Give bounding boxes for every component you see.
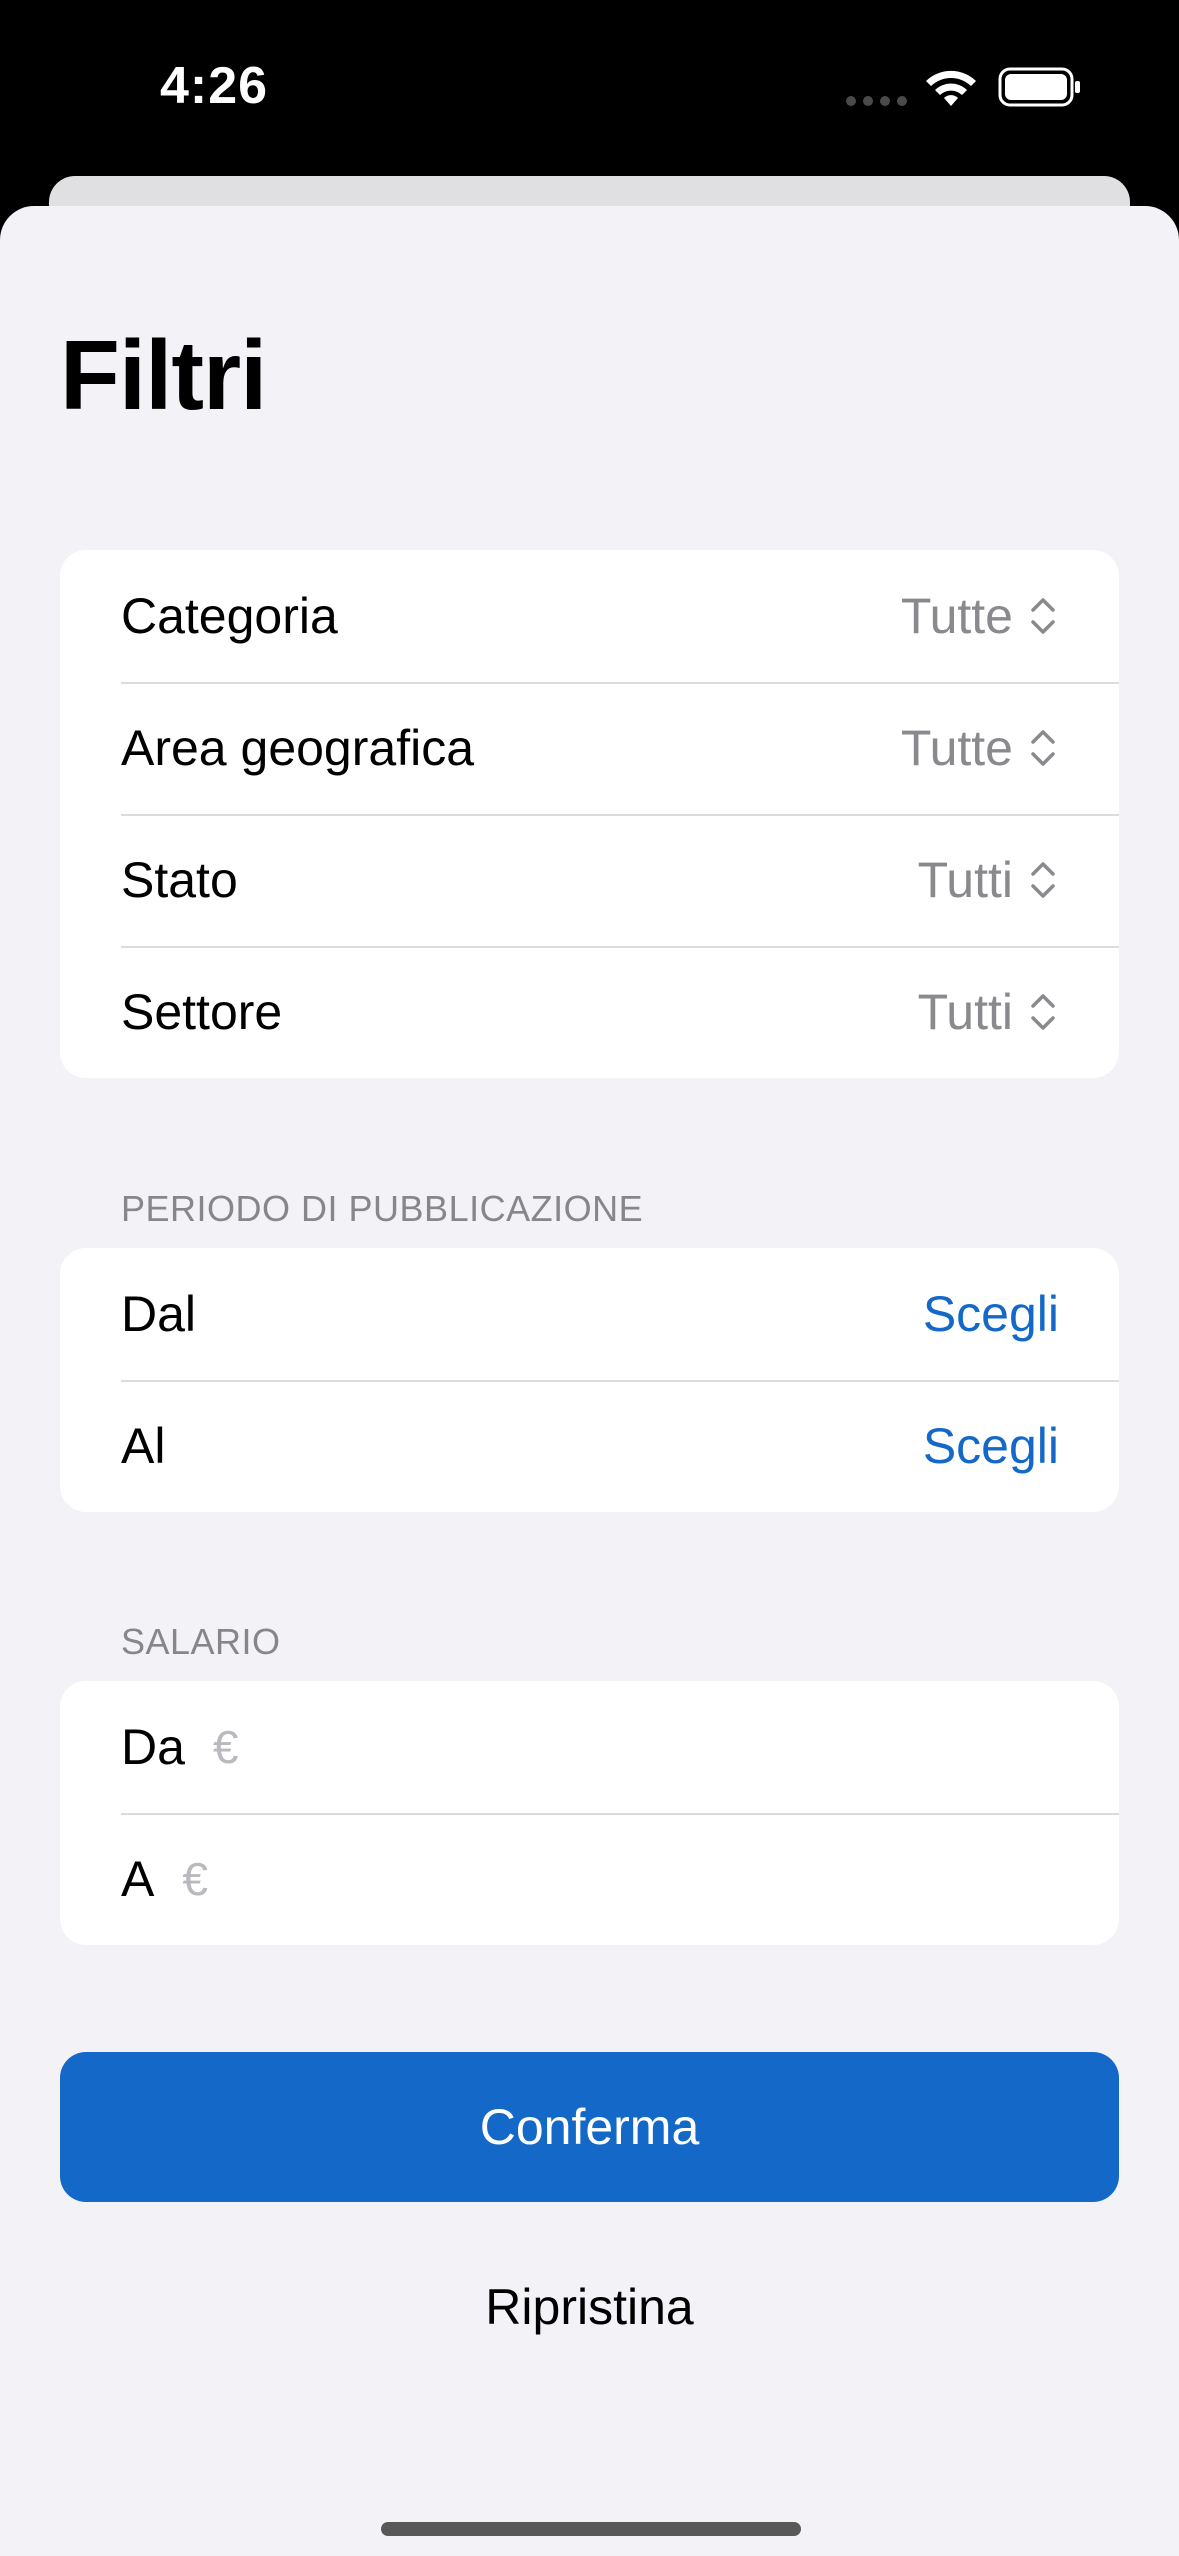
confirm-button-label: Conferma bbox=[479, 2099, 700, 2155]
publication-period-group: Dal Scegli Al Scegli bbox=[60, 1248, 1119, 1512]
salary-to-input[interactable]: € bbox=[182, 1852, 208, 1906]
date-label: Dal bbox=[121, 1286, 197, 1342]
salary-from-input[interactable]: € bbox=[213, 1720, 239, 1774]
reset-button[interactable]: Ripristina bbox=[0, 2278, 1179, 2336]
filter-row-stato[interactable]: Stato Tutti bbox=[60, 814, 1119, 946]
date-row-dal: Dal Scegli bbox=[60, 1248, 1119, 1380]
confirm-button[interactable]: Conferma bbox=[60, 2052, 1119, 2202]
salary-label: A bbox=[121, 1851, 155, 1907]
choose-date-button[interactable]: Scegli bbox=[923, 1285, 1059, 1343]
filters-group: Categoria Tutte Area geografica Tutte St… bbox=[60, 550, 1119, 1078]
date-row-al: Al Scegli bbox=[60, 1380, 1119, 1512]
filter-value: Tutti bbox=[917, 852, 1013, 908]
filters-sheet: Filtri Categoria Tutte Area geografica T… bbox=[0, 206, 1179, 2556]
filter-value: Tutte bbox=[900, 720, 1013, 776]
cellular-signal-icon bbox=[846, 96, 907, 106]
filter-picker[interactable]: Tutte bbox=[901, 719, 1059, 777]
date-label: Al bbox=[121, 1418, 166, 1474]
home-indicator bbox=[381, 2522, 801, 2536]
filter-value: Tutti bbox=[917, 984, 1013, 1040]
filter-label: Categoria bbox=[121, 588, 338, 644]
filter-label: Stato bbox=[121, 852, 238, 908]
chevron-up-down-icon bbox=[1031, 730, 1055, 766]
battery-icon bbox=[998, 67, 1080, 107]
section-header-salario: SALARIO bbox=[121, 1621, 281, 1662]
filter-picker[interactable]: Tutti bbox=[918, 983, 1059, 1041]
chevron-up-down-icon bbox=[1031, 862, 1055, 898]
salary-row-a[interactable]: A € bbox=[60, 1813, 1119, 1945]
status-time: 4:26 bbox=[160, 57, 269, 115]
chevron-up-down-icon bbox=[1031, 994, 1055, 1030]
filter-row-categoria[interactable]: Categoria Tutte bbox=[60, 550, 1119, 682]
choose-date-button[interactable]: Scegli bbox=[923, 1417, 1059, 1475]
salary-row-da[interactable]: Da € bbox=[60, 1681, 1119, 1813]
filter-picker[interactable]: Tutti bbox=[918, 851, 1059, 909]
salary-label: Da bbox=[121, 1719, 185, 1775]
chevron-up-down-icon bbox=[1031, 598, 1055, 634]
filter-label: Settore bbox=[121, 984, 283, 1040]
filter-value: Tutte bbox=[900, 588, 1013, 644]
filter-label: Area geografica bbox=[121, 720, 475, 776]
filter-picker[interactable]: Tutte bbox=[901, 587, 1059, 645]
filter-row-area-geografica[interactable]: Area geografica Tutte bbox=[60, 682, 1119, 814]
wifi-icon bbox=[926, 70, 976, 106]
filter-row-settore[interactable]: Settore Tutti bbox=[60, 946, 1119, 1078]
page-title: Filtri bbox=[60, 320, 267, 430]
status-bar: 4:26 bbox=[0, 0, 1179, 176]
section-header-periodo: PERIODO DI PUBBLICAZIONE bbox=[121, 1188, 644, 1229]
salary-group: Da € A € bbox=[60, 1681, 1119, 1945]
